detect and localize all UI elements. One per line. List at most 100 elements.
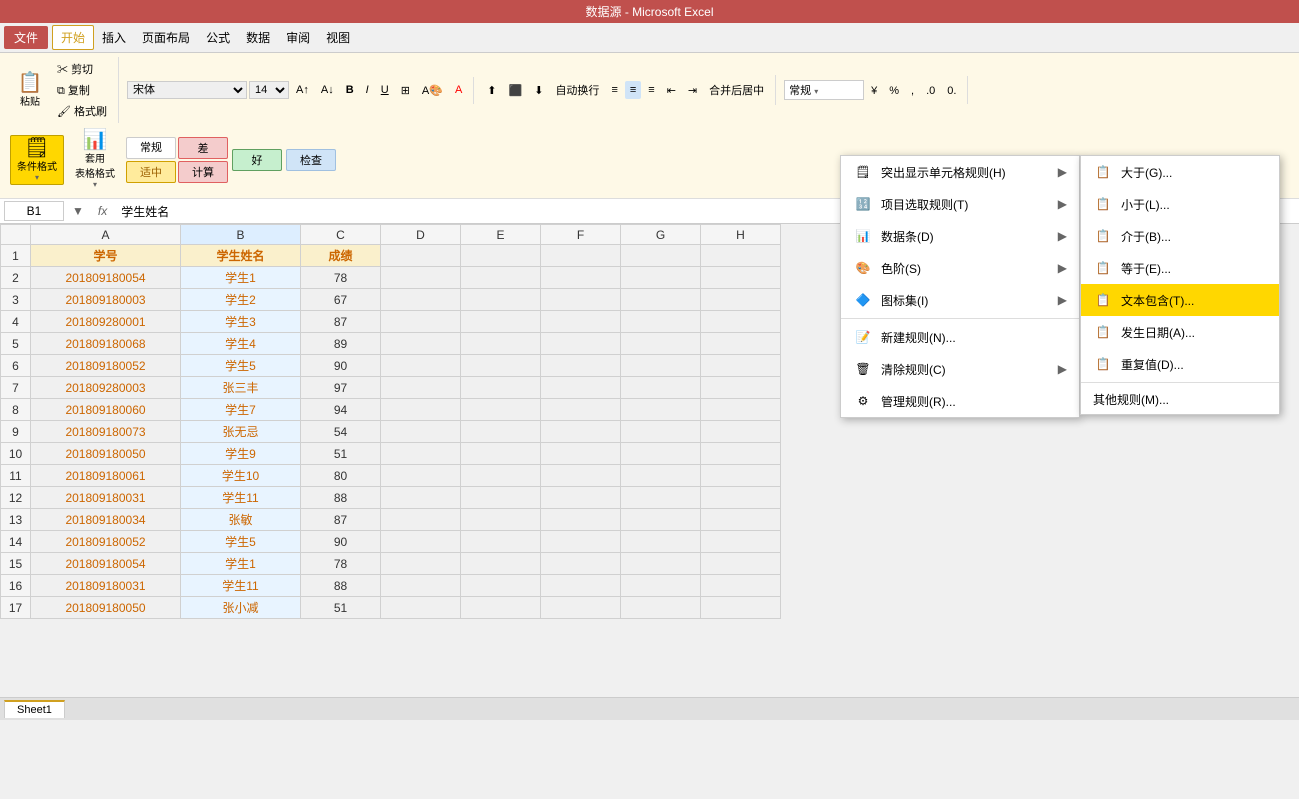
- cell-ref-input[interactable]: [4, 201, 64, 221]
- currency-btn[interactable]: ¥: [866, 82, 882, 100]
- cell[interactable]: 78: [301, 553, 381, 575]
- menu-review[interactable]: 审阅: [278, 26, 318, 49]
- empty-cell[interactable]: [701, 465, 781, 487]
- apply-table-btn[interactable]: 📊 套用 表格格式 ▾: [68, 127, 122, 192]
- empty-cell[interactable]: [381, 267, 461, 289]
- cell[interactable]: 学生1: [181, 267, 301, 289]
- empty-cell[interactable]: [381, 421, 461, 443]
- col-h-header[interactable]: H: [701, 225, 781, 245]
- indent-increase-btn[interactable]: ⇥: [683, 81, 702, 100]
- cell[interactable]: 201809180073: [31, 421, 181, 443]
- menu-data[interactable]: 数据: [238, 26, 278, 49]
- menu-iconset[interactable]: 🔷 图标集(I) ▶: [841, 284, 1079, 316]
- submenu-greater[interactable]: 📋 大于(G)...: [1081, 156, 1279, 188]
- cell[interactable]: 学生姓名: [181, 245, 301, 267]
- empty-cell[interactable]: [461, 377, 541, 399]
- empty-cell[interactable]: [461, 575, 541, 597]
- menu-pagelayout[interactable]: 页面布局: [134, 26, 198, 49]
- empty-cell[interactable]: [381, 377, 461, 399]
- empty-cell[interactable]: [381, 333, 461, 355]
- empty-cell[interactable]: [381, 465, 461, 487]
- empty-cell[interactable]: [461, 465, 541, 487]
- col-c-header[interactable]: C: [301, 225, 381, 245]
- cell[interactable]: 97: [301, 377, 381, 399]
- submenu-equal[interactable]: 📋 等于(E)...: [1081, 252, 1279, 284]
- cell[interactable]: 201809180050: [31, 443, 181, 465]
- decrease-font-btn[interactable]: A↓: [316, 81, 339, 99]
- cell[interactable]: 201809180034: [31, 509, 181, 531]
- empty-cell[interactable]: [461, 421, 541, 443]
- empty-cell[interactable]: [621, 531, 701, 553]
- empty-cell[interactable]: [701, 575, 781, 597]
- increase-font-btn[interactable]: A↑: [291, 81, 314, 99]
- empty-cell[interactable]: [541, 311, 621, 333]
- empty-cell[interactable]: [381, 575, 461, 597]
- menu-home[interactable]: 开始: [52, 25, 94, 50]
- empty-cell[interactable]: [541, 443, 621, 465]
- empty-cell[interactable]: [621, 289, 701, 311]
- empty-cell[interactable]: [621, 509, 701, 531]
- auto-wrap-btn[interactable]: 自动换行: [550, 79, 604, 101]
- empty-cell[interactable]: [541, 267, 621, 289]
- cell[interactable]: 学生5: [181, 531, 301, 553]
- menu-databar[interactable]: 📊 数据条(D) ▶: [841, 220, 1079, 252]
- empty-cell[interactable]: [541, 575, 621, 597]
- empty-cell[interactable]: [381, 289, 461, 311]
- empty-cell[interactable]: [461, 399, 541, 421]
- underline-btn[interactable]: U: [376, 81, 394, 99]
- cell[interactable]: 94: [301, 399, 381, 421]
- bold-btn[interactable]: B: [341, 81, 359, 99]
- empty-cell[interactable]: [621, 377, 701, 399]
- style-bad-btn[interactable]: 差: [178, 137, 228, 159]
- cell[interactable]: 成绩: [301, 245, 381, 267]
- empty-cell[interactable]: [621, 465, 701, 487]
- cell[interactable]: 张无忌: [181, 421, 301, 443]
- cell[interactable]: 学生7: [181, 399, 301, 421]
- cell[interactable]: 201809280001: [31, 311, 181, 333]
- empty-cell[interactable]: [541, 531, 621, 553]
- empty-cell[interactable]: [621, 245, 701, 267]
- menu-topbottom[interactable]: 🔢 项目选取规则(T) ▶: [841, 188, 1079, 220]
- cell[interactable]: 201809180003: [31, 289, 181, 311]
- cell[interactable]: 学生1: [181, 553, 301, 575]
- submenu-morerules[interactable]: 其他规则(M)...: [1081, 385, 1279, 414]
- empty-cell[interactable]: [621, 575, 701, 597]
- style-calc-btn[interactable]: 计算: [178, 161, 228, 183]
- submenu-duplicate[interactable]: 📋 重复值(D)...: [1081, 348, 1279, 380]
- empty-cell[interactable]: [621, 399, 701, 421]
- empty-cell[interactable]: [381, 509, 461, 531]
- cell[interactable]: 201809180060: [31, 399, 181, 421]
- comma-btn[interactable]: ,: [906, 82, 919, 100]
- cell[interactable]: 201809180052: [31, 355, 181, 377]
- fill-color-btn[interactable]: A🎨: [417, 81, 448, 100]
- cell[interactable]: 学生11: [181, 487, 301, 509]
- empty-cell[interactable]: [621, 597, 701, 619]
- cell[interactable]: 88: [301, 487, 381, 509]
- empty-cell[interactable]: [541, 377, 621, 399]
- empty-cell[interactable]: [701, 531, 781, 553]
- decimal-inc-btn[interactable]: .0: [921, 82, 940, 100]
- border-btn[interactable]: ⊞: [396, 81, 415, 100]
- empty-cell[interactable]: [701, 487, 781, 509]
- empty-cell[interactable]: [541, 399, 621, 421]
- col-e-header[interactable]: E: [461, 225, 541, 245]
- align-center-btn[interactable]: ≡: [625, 81, 641, 99]
- copy-btn[interactable]: ⧉ 复制: [52, 80, 112, 100]
- menu-file[interactable]: 文件: [4, 26, 48, 49]
- cell[interactable]: 51: [301, 443, 381, 465]
- cell[interactable]: 67: [301, 289, 381, 311]
- cell[interactable]: 201809180050: [31, 597, 181, 619]
- empty-cell[interactable]: [381, 487, 461, 509]
- empty-cell[interactable]: [701, 289, 781, 311]
- empty-cell[interactable]: [381, 355, 461, 377]
- empty-cell[interactable]: [381, 443, 461, 465]
- empty-cell[interactable]: [541, 421, 621, 443]
- empty-cell[interactable]: [461, 355, 541, 377]
- cell[interactable]: 201809280003: [31, 377, 181, 399]
- italic-btn[interactable]: I: [361, 81, 374, 99]
- menu-managerule[interactable]: ⚙ 管理规则(R)...: [841, 385, 1079, 417]
- empty-cell[interactable]: [621, 487, 701, 509]
- col-g-header[interactable]: G: [621, 225, 701, 245]
- align-bottom-btn[interactable]: ⬇: [529, 81, 548, 100]
- cell[interactable]: 201809180068: [31, 333, 181, 355]
